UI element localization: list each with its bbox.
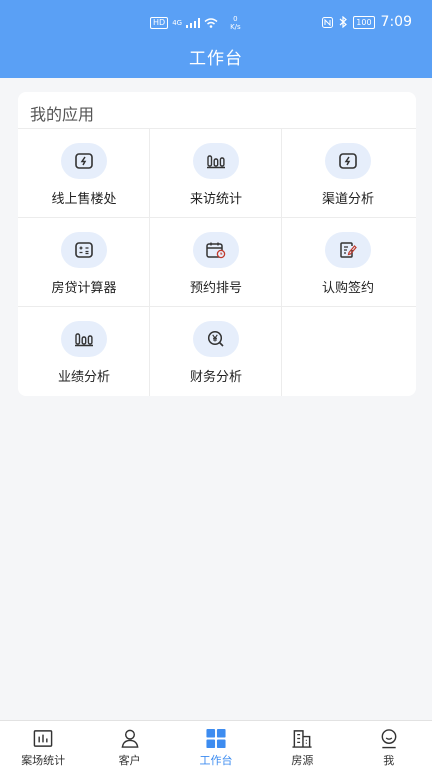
my-apps-card: 我的应用 线上售楼处 来访统计 渠道分析 房贷计算器 预约排号 认购签约 业绩分… (18, 92, 416, 396)
header: HD 4G 0 K/s 100 7:09 工作台 (0, 0, 432, 78)
signal-icon (186, 18, 201, 28)
bolt-screen-icon (61, 143, 107, 179)
app-online-sales-office[interactable]: 线上售楼处 (18, 129, 150, 218)
nav-item-listings[interactable]: 房源 (259, 721, 345, 768)
building-icon (292, 730, 312, 748)
yen-search-icon (193, 321, 239, 357)
app-label: 预约排号 (189, 281, 242, 296)
nav-label: 案场统计 (21, 754, 66, 767)
status-bar: HD 4G 0 K/s 100 7:09 (0, 0, 432, 42)
app-performance-analysis[interactable]: 业绩分析 (18, 307, 150, 396)
profile-icon (381, 729, 397, 749)
bolt-screen-icon (325, 143, 371, 179)
page-title: 工作台 (189, 49, 243, 69)
nav-label: 房源 (291, 754, 314, 767)
app-label: 来访统计 (189, 192, 242, 207)
app-mortgage-calculator[interactable]: 房贷计算器 (18, 218, 150, 307)
app-label: 业绩分析 (57, 370, 110, 385)
app-label: 房贷计算器 (51, 281, 117, 296)
app-reservation-queue[interactable]: 预约排号 (150, 218, 282, 307)
stats-board-icon (33, 730, 53, 747)
nav-item-site-stats[interactable]: 案场统计 (0, 721, 86, 768)
my-apps-title: 我的应用 (30, 105, 95, 124)
network-speed: 0 K/s (230, 15, 241, 31)
battery-indicator: 100 (353, 15, 375, 29)
nav-item-workbench[interactable]: 工作台 (173, 721, 259, 768)
app-visit-stats[interactable]: 来访统计 (150, 129, 282, 218)
calculator-icon (61, 232, 107, 268)
app-financial-analysis[interactable]: 财务分析 (150, 307, 282, 396)
status-right: 100 7:09 (322, 14, 412, 30)
nav-item-customers[interactable]: 客户 (86, 721, 172, 768)
nav-label: 工作台 (199, 754, 233, 767)
nav-item-me[interactable]: 我 (346, 721, 432, 768)
status-left: HD 4G 0 K/s (150, 15, 241, 31)
bar-chart-icon (193, 143, 239, 179)
app-label: 渠道分析 (321, 192, 374, 207)
nav-label: 客户 (118, 754, 141, 767)
hd-badge: HD (150, 17, 169, 29)
bar-chart-icon (61, 321, 107, 357)
nav-label: 我 (383, 754, 395, 767)
sign-document-icon (325, 232, 371, 268)
wifi-icon (204, 18, 218, 28)
apps-grid: 线上售楼处 来访统计 渠道分析 房贷计算器 预约排号 认购签约 业绩分析 财务分… (18, 129, 416, 396)
grid-icon (206, 728, 226, 749)
app-label: 线上售楼处 (51, 192, 117, 207)
app-label: 财务分析 (189, 370, 242, 385)
app-label: 认购签约 (321, 281, 374, 296)
nfc-icon (322, 16, 334, 28)
network-label: 4G (172, 19, 183, 27)
bluetooth-icon (339, 16, 348, 28)
app-subscription-signing[interactable]: 认购签约 (282, 218, 416, 307)
person-icon (121, 729, 139, 748)
clock: 7:09 (380, 14, 412, 30)
bottom-nav: 案场统计 客户 工作台 房源 我 (0, 720, 432, 768)
calendar-clock-icon (193, 232, 239, 268)
app-channel-analysis[interactable]: 渠道分析 (282, 129, 416, 218)
